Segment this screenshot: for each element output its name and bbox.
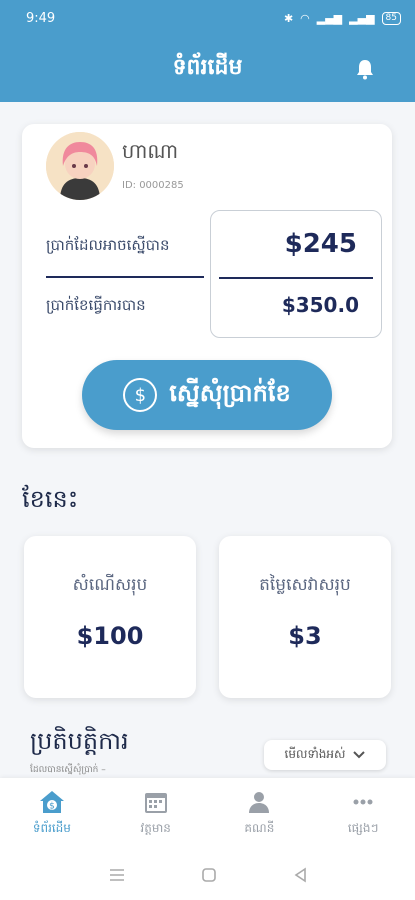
view-all-label: មើលទាំងអស់: [284, 747, 346, 761]
amount-box: $245 $350.0: [210, 210, 382, 338]
page-title: ទំព័រដើម: [172, 55, 243, 80]
total-requested-label: សំណើសរុប: [72, 575, 148, 595]
avatar-illustration: [46, 132, 114, 200]
nav-label-more: ផ្សេងៗ: [347, 821, 379, 835]
view-all-button[interactable]: មើលទាំងអស់: [264, 740, 386, 770]
bottom-nav: $ ទំព័រដើម វត្តមាន គណនី ផ្សេងៗ: [0, 778, 415, 850]
this-month-title: ខែនេះ: [22, 485, 79, 513]
nav-label-home: ទំព័រដើម: [32, 821, 71, 835]
history-title: ប្រតិបត្តិការ: [30, 727, 129, 755]
total-fee-value: $3: [288, 622, 322, 650]
nav-label-account: គណនី: [244, 821, 275, 835]
status-bar: 9:49 ✱ ◠ ▂▄▆ ▂▄▆ 85: [0, 0, 415, 36]
available-amount-label: ប្រាក់ដែលអាចស្នើបាន: [46, 236, 170, 254]
status-icons: ✱ ◠ ▂▄▆ ▂▄▆ 85: [283, 11, 401, 25]
nav-item-home[interactable]: $ ទំព័រដើម: [12, 790, 92, 838]
svg-text:$: $: [49, 802, 55, 812]
total-requested-card: សំណើសរុប $100: [24, 536, 196, 698]
dollar-icon: $: [123, 378, 158, 412]
nav-item-more[interactable]: ផ្សេងៗ: [323, 790, 403, 838]
calendar-icon: [144, 793, 167, 813]
signal-icon-2: ▂▄▆: [349, 11, 375, 25]
wifi-icon: ◠: [300, 11, 310, 25]
recents-icon[interactable]: [108, 868, 126, 882]
nav-label-attendance: វត្តមាន: [140, 821, 171, 835]
battery-icon: 85: [381, 11, 401, 25]
chevron-down-icon: [353, 751, 366, 759]
bell-icon[interactable]: [355, 58, 375, 80]
bluetooth-icon: ✱: [283, 11, 294, 25]
total-fee-label: តម្លៃសេវាសរុប: [259, 575, 351, 595]
divider: [46, 276, 204, 278]
request-salary-button[interactable]: $ ស្នើសុំប្រាក់ខែ: [82, 360, 332, 430]
earned-amount-label: ប្រាក់ខែធ្វើការបាន: [46, 296, 146, 314]
nav-item-account[interactable]: គណនី: [219, 790, 299, 838]
status-time: 9:49: [26, 10, 56, 26]
more-icon: [353, 799, 373, 805]
total-requested-value: $100: [76, 622, 144, 650]
profile-card: ហាណា ID: 0000285 ប្រាក់ដែលអាចស្នើបាន ប្រ…: [22, 124, 392, 448]
available-amount-value: $245: [284, 229, 357, 259]
nav-item-attendance[interactable]: វត្តមាន: [116, 790, 196, 838]
request-salary-label: ស្នើសុំប្រាក់ខែ: [169, 378, 291, 407]
total-fee-card: តម្លៃសេវាសរុប $3: [219, 536, 391, 698]
home-dollar-icon: $: [39, 791, 64, 813]
signal-icon: ▂▄▆: [316, 11, 343, 25]
system-nav-bar: [0, 850, 415, 900]
back-icon[interactable]: [293, 867, 307, 883]
earned-amount-value: $350.0: [281, 293, 359, 317]
app-bar: ទំព័រដើម: [0, 36, 415, 102]
history-subtitle: ដែលបានស្នើសុំប្រាក់ –: [30, 765, 106, 775]
person-icon: [249, 792, 270, 813]
user-id: ID: 0000285: [122, 180, 184, 191]
amount-divider: [219, 277, 373, 279]
home-icon[interactable]: [201, 867, 217, 883]
user-name: ហាណា: [122, 139, 179, 163]
avatar: [46, 132, 114, 200]
